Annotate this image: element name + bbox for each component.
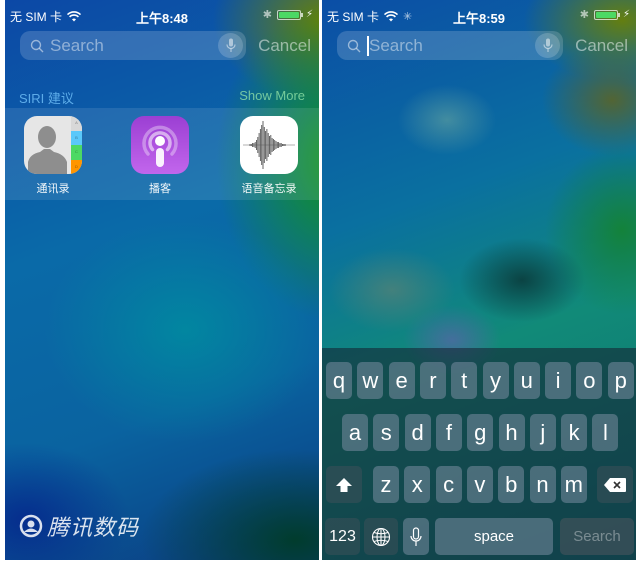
contacts-icon: A B C D	[24, 116, 82, 174]
status-bar: 无 SIM 卡 上午8:48 ✱ ⚡	[5, 0, 319, 28]
bluetooth-icon: ✱	[579, 9, 589, 21]
contacts-tab-d: D	[71, 159, 82, 174]
tencent-logo-icon	[19, 514, 43, 538]
key-c[interactable]: c	[435, 466, 462, 503]
key-x[interactable]: x	[404, 466, 431, 503]
dictation-button[interactable]	[218, 33, 243, 58]
search-input[interactable]	[50, 35, 210, 56]
siri-app-suggestions: A B C D 通讯录 播客 语音备忘录	[5, 108, 319, 200]
key-u[interactable]: u	[513, 362, 540, 399]
key-y[interactable]: y	[482, 362, 509, 399]
key-t[interactable]: t	[451, 362, 478, 399]
blurred-wallpaper	[5, 0, 319, 560]
app-label: 语音备忘录	[241, 183, 297, 195]
space-key[interactable]: space	[435, 518, 553, 555]
siri-suggestions-title: SIRI 建议	[19, 91, 74, 106]
bluetooth-icon: ✱	[262, 9, 272, 21]
globe-icon	[371, 527, 391, 546]
cancel-button[interactable]: Cancel	[258, 36, 311, 56]
contacts-tab-b: B	[71, 130, 82, 145]
delete-key[interactable]	[597, 466, 633, 503]
search-icon	[30, 39, 44, 52]
app-label: 通讯录	[36, 183, 70, 195]
key-w[interactable]: w	[357, 362, 384, 399]
search-field[interactable]	[337, 31, 563, 60]
search-bar: Cancel	[322, 31, 636, 61]
microphone-icon	[410, 526, 422, 546]
key-b[interactable]: b	[498, 466, 525, 503]
siri-suggestions-header: SIRI 建议 Show More	[19, 88, 305, 107]
app-contacts[interactable]: A B C D 通讯录	[13, 116, 93, 196]
key-g[interactable]: g	[467, 414, 494, 451]
backspace-icon	[604, 477, 626, 492]
search-key[interactable]: Search	[560, 518, 634, 555]
cancel-button[interactable]: Cancel	[575, 36, 628, 56]
charging-icon: ⚡	[622, 9, 630, 20]
key-v[interactable]: v	[466, 466, 493, 503]
app-podcasts[interactable]: 播客	[120, 116, 200, 196]
key-p[interactable]: p	[607, 362, 634, 399]
key-o[interactable]: o	[576, 362, 603, 399]
key-s[interactable]: s	[373, 414, 400, 451]
key-m[interactable]: m	[560, 466, 587, 503]
right-screen: 无 SIM 卡 ✳ 上午8:59 ✱ ⚡ Search Cancel q w e…	[322, 0, 636, 560]
key-z[interactable]: z	[373, 466, 399, 503]
voice-memos-icon	[240, 116, 298, 174]
contacts-tab-c: C	[71, 145, 82, 160]
key-f[interactable]: f	[435, 414, 462, 451]
shift-key[interactable]	[326, 466, 362, 503]
microphone-icon	[225, 38, 236, 52]
shift-icon	[336, 477, 352, 492]
key-e[interactable]: e	[388, 362, 415, 399]
battery-icon	[593, 9, 620, 20]
battery-icon	[276, 9, 303, 20]
dictation-key[interactable]	[403, 518, 429, 555]
numbers-key[interactable]: 123	[325, 518, 360, 555]
key-n[interactable]: n	[529, 466, 556, 503]
waveform-graphic	[243, 121, 295, 169]
app-voice-memos[interactable]: 语音备忘录	[229, 116, 309, 196]
key-l[interactable]: l	[592, 414, 619, 451]
key-j[interactable]: j	[529, 414, 556, 451]
keyboard: qwertyuiop asdfghjkl zxcvbnm 123 space S…	[322, 348, 636, 560]
search-input[interactable]	[369, 35, 529, 56]
status-bar: 无 SIM 卡 ✳ 上午8:59 ✱ ⚡	[322, 0, 636, 28]
left-screen: 无 SIM 卡 上午8:48 ✱ ⚡ Search Cancel SIRI 建议…	[5, 0, 319, 560]
key-h[interactable]: h	[498, 414, 525, 451]
watermark: 腾讯数码	[19, 510, 139, 542]
battery-level	[278, 11, 299, 18]
key-d[interactable]: d	[404, 414, 431, 451]
key-k[interactable]: k	[561, 414, 588, 451]
dictation-button[interactable]	[535, 33, 560, 58]
app-label: 播客	[149, 183, 171, 195]
key-i[interactable]: i	[545, 362, 572, 399]
globe-key[interactable]	[364, 518, 398, 555]
search-bar: Cancel	[5, 31, 319, 61]
search-field[interactable]	[20, 31, 246, 60]
contacts-tab-a: A	[71, 116, 82, 131]
show-more-link[interactable]: Show More	[239, 88, 305, 107]
key-q[interactable]: q	[326, 362, 352, 399]
key-r[interactable]: r	[419, 362, 446, 399]
charging-icon: ⚡	[305, 9, 313, 20]
podcasts-icon	[131, 116, 189, 174]
watermark-text: 腾讯数码	[47, 515, 140, 540]
battery-level	[595, 11, 616, 18]
microphone-icon	[542, 38, 553, 52]
search-icon	[347, 39, 361, 52]
key-a[interactable]: a	[342, 414, 368, 451]
